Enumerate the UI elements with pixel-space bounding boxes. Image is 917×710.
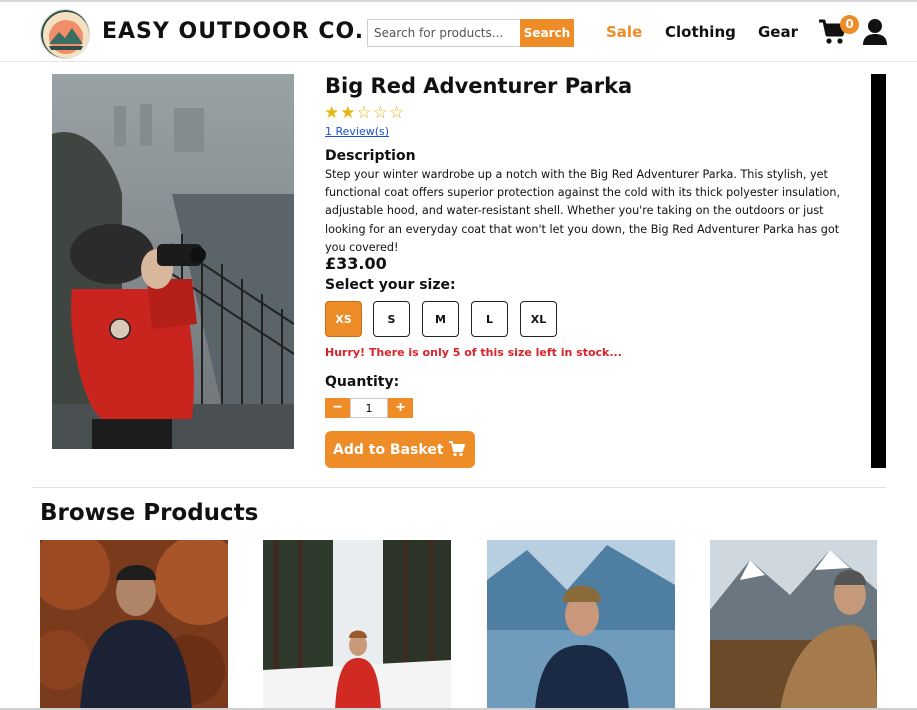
section-divider <box>32 487 886 488</box>
size-heading: Select your size: <box>325 277 456 293</box>
quantity-decrease-button[interactable]: − <box>325 398 350 418</box>
quantity-input[interactable] <box>350 398 388 418</box>
size-option-xl[interactable]: XL <box>520 301 557 337</box>
nav-clothing[interactable]: Clothing <box>665 23 736 41</box>
quantity-increase-button[interactable]: + <box>388 398 413 418</box>
product-card-image[interactable] <box>710 540 877 710</box>
product-price: £33.00 <box>325 254 387 273</box>
rating-stars: ★★☆☆☆ <box>324 103 406 123</box>
search-button[interactable]: Search <box>520 19 574 47</box>
size-option-m[interactable]: M <box>422 301 459 337</box>
size-option-xs[interactable]: XS <box>325 301 362 337</box>
site-header: EASY OUTDOOR CO. Search Sale Clothing Ge… <box>0 2 917 62</box>
product-image <box>52 74 294 449</box>
search-input[interactable] <box>367 19 520 47</box>
brand-name[interactable]: EASY OUTDOOR CO. <box>102 19 364 44</box>
scrollbar[interactable] <box>871 74 886 468</box>
add-to-basket-label: Add to Basket <box>333 441 444 458</box>
stock-warning: Hurry! There is only 5 of this size left… <box>325 346 622 359</box>
size-option-l[interactable]: L <box>471 301 508 337</box>
product-card-image[interactable] <box>263 540 451 710</box>
product-description: Step your winter wardrobe up a notch wit… <box>325 168 841 254</box>
product-card-image[interactable] <box>487 540 675 710</box>
nav-gear[interactable]: Gear <box>758 23 798 41</box>
size-option-s[interactable]: S <box>373 301 410 337</box>
product-card-image[interactable] <box>40 540 228 710</box>
add-to-basket-button[interactable]: Add to Basket <box>325 431 475 468</box>
reviews-link[interactable]: 1 Review(s) <box>325 125 389 138</box>
basket-cart-icon <box>449 441 465 457</box>
nav-sale[interactable]: Sale <box>606 23 642 41</box>
quantity-heading: Quantity: <box>325 374 400 390</box>
browse-products-heading: Browse Products <box>40 500 259 526</box>
description-heading: Description <box>325 148 416 164</box>
logo-icon[interactable] <box>40 9 90 59</box>
cart-count-badge: 0 <box>840 15 859 34</box>
user-icon[interactable] <box>862 18 888 46</box>
product-title: Big Red Adventurer Parka <box>325 74 633 98</box>
